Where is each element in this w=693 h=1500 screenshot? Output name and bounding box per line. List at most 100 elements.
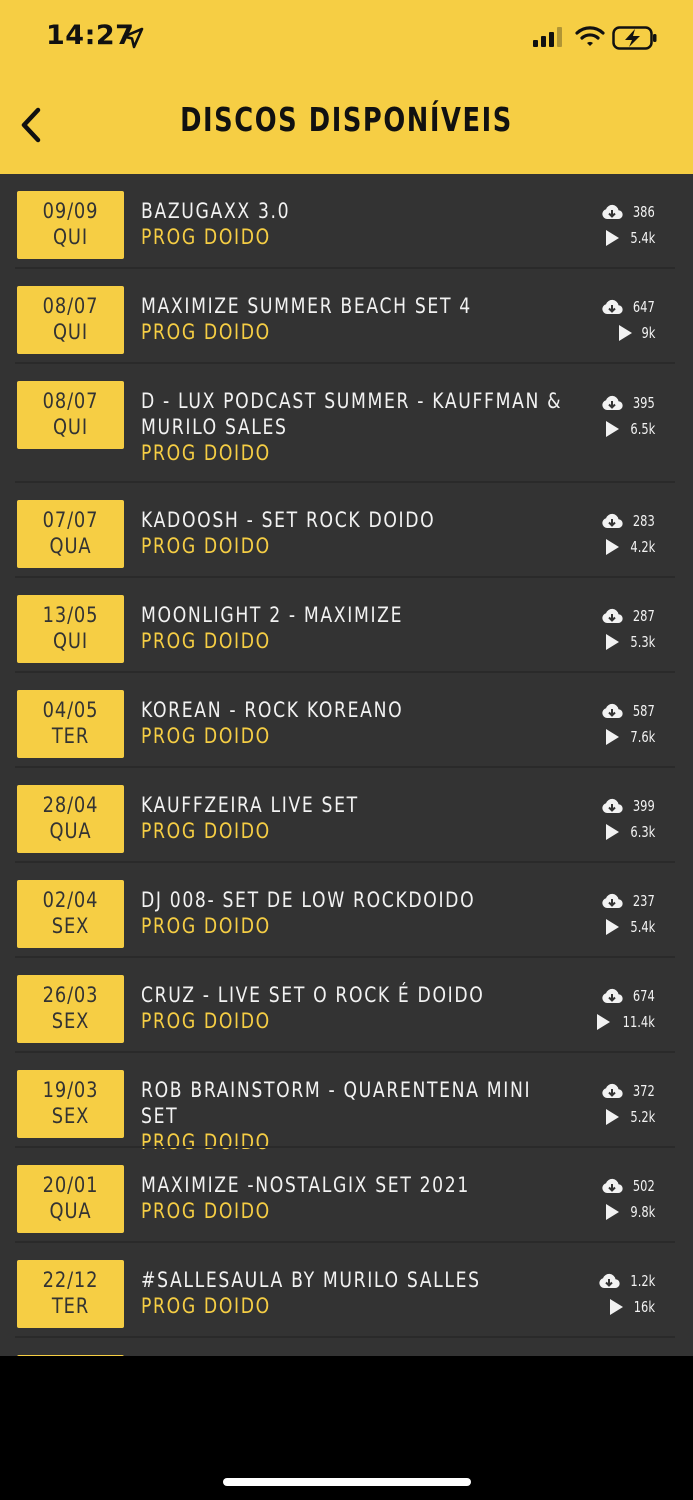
disc-stats: 386 5.4k xyxy=(575,199,655,251)
disc-stats: 237 5.4k xyxy=(575,888,655,940)
download-count-value: 502 xyxy=(633,1177,655,1195)
disc-title: MAXIMIZE -NOSTALGIX SET 2021 xyxy=(141,1173,470,1197)
download-count-value: 287 xyxy=(633,607,655,625)
date-badge: 22/12 TER xyxy=(17,1260,124,1328)
weekday-text: TER xyxy=(51,1294,90,1318)
weekday-text: QUA xyxy=(49,1199,92,1223)
download-count: 647 xyxy=(575,294,655,320)
play-count-value: 7.6k xyxy=(630,728,655,746)
play-count-value: 6.3k xyxy=(630,823,655,841)
discs-list[interactable]: 09/09 QUI BAZUGAXX 3.0 PROG DOIDO 386 5.4k 08/… xyxy=(0,174,693,1356)
cloud-download-icon xyxy=(602,299,623,315)
play-icon xyxy=(605,539,619,555)
page-title: DISCOS DISPONÍVEIS xyxy=(180,100,513,139)
play-count-value: 6.5k xyxy=(630,420,655,438)
disc-genre: PROG DOIDO xyxy=(141,1294,271,1318)
download-count-value: 386 xyxy=(633,203,655,221)
download-count: 587 xyxy=(575,698,655,724)
disc-genre: PROG DOIDO xyxy=(141,724,271,748)
play-icon xyxy=(605,729,619,745)
play-count: 16k xyxy=(575,1294,655,1320)
disc-title: #SALLESAULA BY MURILO SALLES xyxy=(141,1268,481,1292)
download-count-value: 647 xyxy=(633,298,655,316)
disc-stats: 287 5.3k xyxy=(575,603,655,655)
download-count-value: 674 xyxy=(633,987,655,1005)
disc-list-item[interactable]: 19/03 SEX ROB BRAINSTORM - QUARENTENA MINI… xyxy=(0,1053,693,1154)
play-count: 5.2k xyxy=(575,1104,655,1130)
disc-list-item[interactable]: 08/07 QUI MAXIMIZE SUMMER BEACH SET 4 PROG … xyxy=(0,269,693,364)
disc-list-item[interactable]: 28/04 QUA KAUFFZEIRA LIVE SET PROG DOIDO 399… xyxy=(0,768,693,863)
home-indicator[interactable] xyxy=(223,1478,471,1486)
play-icon xyxy=(605,824,619,840)
cloud-download-icon xyxy=(602,608,623,624)
disc-list-item[interactable]: 20/01 QUA MAXIMIZE -NOSTALGIX SET 2021 PROG… xyxy=(0,1148,693,1243)
play-icon xyxy=(605,1109,619,1125)
disc-list-item[interactable]: 18/12ROB BRAINSTORM LIVE SET LADO B719 xyxy=(0,1338,693,1356)
disc-title: KADOOSH - SET ROCK DOIDO xyxy=(141,508,436,532)
date-text: 26/03 xyxy=(42,983,99,1007)
weekday-text: QUI xyxy=(53,320,88,344)
location-arrow-icon xyxy=(122,27,144,49)
play-count-value: 5.4k xyxy=(630,918,655,936)
disc-list-item[interactable]: 04/05 TER KOREAN - ROCK KOREANO PROG DOIDO 5… xyxy=(0,673,693,768)
disc-stats: 502 9.8k xyxy=(575,1173,655,1225)
download-count: 237 xyxy=(575,888,655,914)
date-badge: 07/07 QUA xyxy=(17,500,124,568)
weekday-text: SEX xyxy=(51,1104,90,1128)
download-count-value: 372 xyxy=(633,1082,655,1100)
download-count: 386 xyxy=(575,199,655,225)
disc-stats: 283 4.2k xyxy=(575,508,655,560)
weekday-text: QUI xyxy=(53,415,88,439)
disc-stats: 1.2k 16k xyxy=(575,1268,655,1320)
cloud-download-icon xyxy=(602,1178,623,1194)
date-text: 20/01 xyxy=(42,1173,99,1197)
date-badge: 28/04 QUA xyxy=(17,785,124,853)
disc-genre: PROG DOIDO xyxy=(141,819,271,843)
download-count: 372 xyxy=(575,1078,655,1104)
date-text: 08/07 xyxy=(42,389,99,413)
disc-list-item[interactable]: 26/03 SEX CRUZ - LIVE SET O ROCK É DOIDO PR… xyxy=(0,958,693,1053)
play-icon xyxy=(610,1299,624,1315)
play-icon xyxy=(605,421,619,437)
disc-title: KOREAN - ROCK KOREANO xyxy=(141,698,404,722)
download-count: 674 xyxy=(575,983,655,1009)
disc-stats: 674 11.4k xyxy=(575,983,655,1035)
cloud-download-icon xyxy=(602,395,623,411)
cloud-download-icon xyxy=(602,988,623,1004)
play-count-value: 11.4k xyxy=(622,1013,655,1031)
disc-list-item[interactable]: 22/12 TER #SALLESAULA BY MURILO SALLES PROG… xyxy=(0,1243,693,1338)
weekday-text: QUA xyxy=(49,534,92,558)
download-count: 502 xyxy=(575,1173,655,1199)
play-count-value: 9.8k xyxy=(630,1203,655,1221)
disc-list-item[interactable]: 02/04 SEX DJ 008- SET DE LOW ROCKDOIDO PROG… xyxy=(0,863,693,958)
download-count-value: 1.2k xyxy=(630,1272,655,1290)
play-count: 6.5k xyxy=(575,416,655,442)
date-badge: 08/07 QUI xyxy=(17,286,124,354)
download-count: 283 xyxy=(575,508,655,534)
date-text: 08/07 xyxy=(42,294,99,318)
disc-title: CRUZ - LIVE SET O ROCK É DOIDO xyxy=(141,983,485,1007)
disc-genre: PROG DOIDO xyxy=(141,534,271,558)
back-chevron-icon[interactable] xyxy=(14,104,54,146)
disc-genre: PROG DOIDO xyxy=(141,629,271,653)
disc-stats: 399 6.3k xyxy=(575,793,655,845)
date-badge: 08/07 QUI xyxy=(17,381,124,449)
disc-list-item[interactable]: 08/07 QUI D - LUX PODCAST SUMMER - KAUFFMA… xyxy=(0,364,693,483)
disc-genre: PROG DOIDO xyxy=(141,914,271,938)
play-icon xyxy=(605,230,619,246)
disc-list-item[interactable]: 13/05 QUI MOONLIGHT 2 - MAXIMIZE PROG DOIDO… xyxy=(0,578,693,673)
disc-list-item[interactable]: 09/09 QUI BAZUGAXX 3.0 PROG DOIDO 386 5.4k xyxy=(0,174,693,269)
cloud-download-icon xyxy=(599,1273,620,1289)
play-count-value: 5.2k xyxy=(630,1108,655,1126)
play-count: 5.4k xyxy=(575,914,655,940)
date-text: 07/07 xyxy=(42,508,99,532)
disc-list-item[interactable]: 07/07 QUA KADOOSH - SET ROCK DOIDO PROG DOI… xyxy=(0,483,693,578)
cloud-download-icon xyxy=(602,798,623,814)
play-count: 9k xyxy=(575,320,655,346)
disc-genre: PROG DOIDO xyxy=(141,1199,271,1223)
download-count: 395 xyxy=(575,390,655,416)
play-icon xyxy=(597,1014,611,1030)
date-text: 04/05 xyxy=(42,698,99,722)
date-text: 19/03 xyxy=(42,1078,99,1102)
cloud-download-icon xyxy=(602,204,623,220)
